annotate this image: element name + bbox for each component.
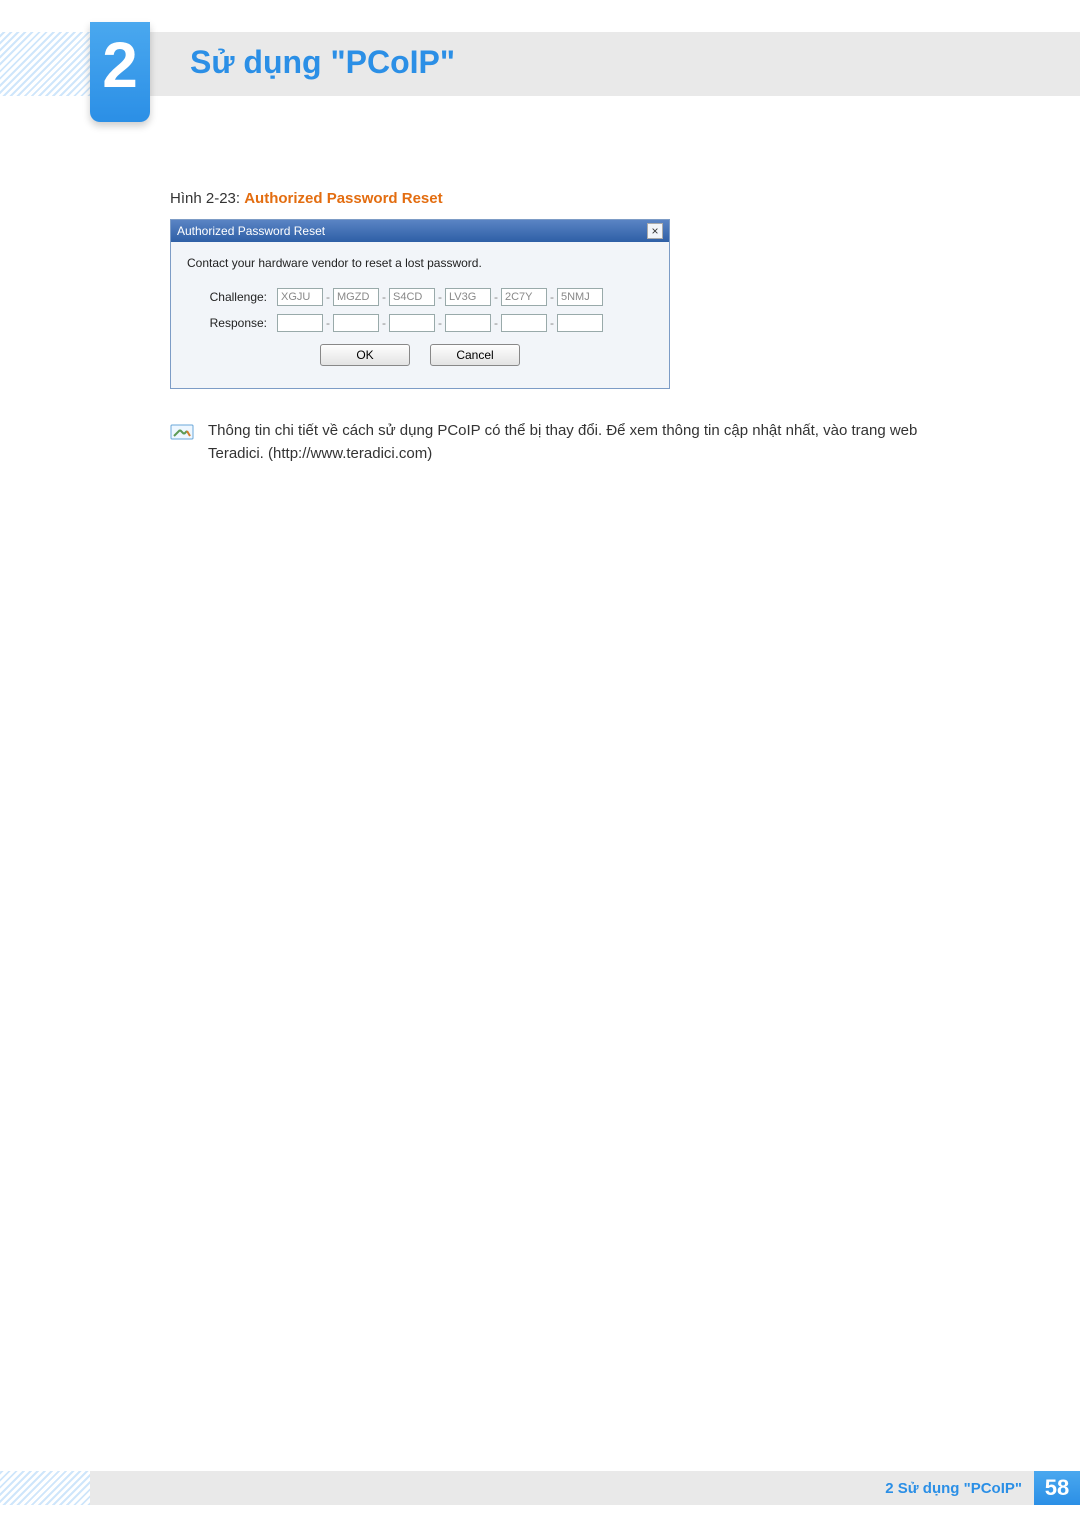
dialog-buttons: OK Cancel <box>187 344 653 366</box>
response-input-2[interactable] <box>333 314 379 332</box>
dialog-title: Authorized Password Reset <box>177 220 325 242</box>
footer-grey-strip: 2 Sử dụng "PCoIP" <box>90 1471 1034 1505</box>
note-text: Thông tin chi tiết về cách sử dụng PCoIP… <box>208 419 960 466</box>
ok-button[interactable]: OK <box>320 344 410 366</box>
challenge-seg-3: S4CD <box>389 288 435 306</box>
challenge-seg-5: 2C7Y <box>501 288 547 306</box>
figure-caption: Hình 2-23: Authorized Password Reset <box>170 190 960 207</box>
response-input-1[interactable] <box>277 314 323 332</box>
page: 2 Sử dụng "PCoIP" Hình 2-23: Authorized … <box>0 0 1080 1527</box>
footer-page-number: 58 <box>1034 1471 1080 1505</box>
dialog-instruction: Contact your hardware vendor to reset a … <box>187 256 653 270</box>
figure-caption-title: Authorized Password Reset <box>244 190 442 207</box>
response-input-5[interactable] <box>501 314 547 332</box>
note-block: Thông tin chi tiết về cách sử dụng PCoIP… <box>170 419 960 466</box>
dash: - <box>323 290 333 304</box>
chapter-title: Sử dụng "PCoIP" <box>190 44 455 81</box>
challenge-row: Challenge: XGJU- MGZD- S4CD- LV3G- 2C7Y-… <box>187 288 653 306</box>
challenge-seg-6: 5NMJ <box>557 288 603 306</box>
dash: - <box>435 290 445 304</box>
dash: - <box>547 316 557 330</box>
challenge-seg-4: LV3G <box>445 288 491 306</box>
header-hatch-strip <box>0 32 90 96</box>
response-input-4[interactable] <box>445 314 491 332</box>
dash: - <box>435 316 445 330</box>
cancel-button[interactable]: Cancel <box>430 344 520 366</box>
dash: - <box>379 290 389 304</box>
figure-caption-prefix: Hình 2-23: <box>170 190 244 207</box>
response-row: Response: - - - - - <box>187 314 653 332</box>
password-reset-dialog: Authorized Password Reset × Contact your… <box>170 219 670 389</box>
footer-bar: 2 Sử dụng "PCoIP" 58 <box>0 1471 1080 1505</box>
response-input-6[interactable] <box>557 314 603 332</box>
dash: - <box>491 290 501 304</box>
response-segments: - - - - - <box>277 314 603 332</box>
content-area: Hình 2-23: Authorized Password Reset Aut… <box>170 190 960 466</box>
chapter-number-badge: 2 <box>90 22 150 122</box>
response-label: Response: <box>187 316 267 330</box>
dash: - <box>547 290 557 304</box>
dash: - <box>379 316 389 330</box>
challenge-seg-2: MGZD <box>333 288 379 306</box>
challenge-label: Challenge: <box>187 290 267 304</box>
dash: - <box>323 316 333 330</box>
footer-chapter-ref: 2 Sử dụng "PCoIP" <box>885 1480 1022 1497</box>
note-icon <box>170 422 194 442</box>
footer-hatch-strip <box>0 1471 90 1505</box>
dash: - <box>491 316 501 330</box>
challenge-segments: XGJU- MGZD- S4CD- LV3G- 2C7Y- 5NMJ <box>277 288 603 306</box>
response-input-3[interactable] <box>389 314 435 332</box>
challenge-seg-1: XGJU <box>277 288 323 306</box>
dialog-titlebar: Authorized Password Reset × <box>171 220 669 242</box>
header-bar <box>0 32 1080 96</box>
close-icon[interactable]: × <box>647 223 663 239</box>
dialog-body: Contact your hardware vendor to reset a … <box>171 242 669 388</box>
